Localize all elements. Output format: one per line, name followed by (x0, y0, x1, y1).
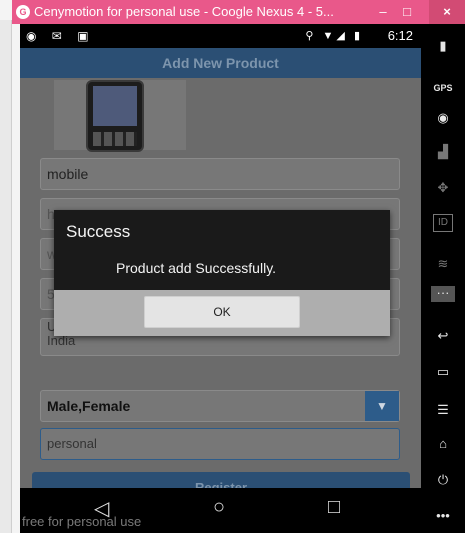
dpad-icon[interactable]: ✥ (431, 176, 455, 200)
gender-select-value: Male,Female (47, 398, 131, 414)
status-bar: ◉ ✉ ▣ ⚲ ▼◢ ▮ 6:12 (20, 24, 421, 48)
recents-nav-icon[interactable]: □ (328, 496, 340, 519)
action-bar: Add New Product (20, 48, 421, 78)
maximize-button[interactable]: □ (397, 0, 417, 24)
more-icon[interactable]: ••• (431, 504, 455, 528)
home-icon[interactable]: ⌂ (431, 432, 455, 456)
notification-icons: ◉ ✉ ▣ (26, 29, 95, 43)
phone-keyboard-graphic (93, 132, 137, 146)
usage-type-input[interactable]: personal (40, 428, 400, 460)
page-title: Add New Product (162, 55, 279, 71)
title-bar: G Cenymotion for personal use - Coogle N… (12, 0, 465, 24)
product-name-input[interactable]: mobile (40, 158, 400, 190)
android-screen: ◉ ✉ ▣ ⚲ ▼◢ ▮ 6:12 Add New Product mobile… (20, 24, 421, 533)
dialog-footer: OK (54, 290, 390, 336)
minimize-button[interactable]: – (373, 0, 393, 24)
watermark-text: free for personal use (22, 514, 142, 529)
media-icon[interactable]: ▟ (431, 140, 455, 164)
menu-dots-icon[interactable]: ··· (431, 286, 455, 302)
rss-icon[interactable]: ≋ (431, 252, 455, 276)
close-button[interactable]: × (429, 0, 465, 24)
product-image[interactable] (54, 80, 186, 152)
clock: 6:12 (387, 28, 413, 43)
phone-product-icon (86, 80, 144, 152)
genymotion-icon: G (16, 5, 30, 19)
gps-icon[interactable]: GPS (431, 76, 455, 100)
success-dialog: Success Product add Successfully. OK (54, 210, 390, 336)
background-window-strip (0, 20, 12, 533)
webcam-icon[interactable]: ◉ (431, 106, 455, 130)
recent-apps-icon[interactable]: ▭ (431, 360, 455, 384)
emulator-window: G Cenymotion for personal use - Coogle N… (0, 0, 465, 533)
gender-select[interactable]: Male,Female ▼ (40, 390, 400, 422)
home-nav-icon[interactable]: ○ (213, 496, 225, 519)
ok-button[interactable]: OK (144, 296, 300, 328)
phone-screen-graphic (93, 86, 137, 126)
dialog-title: Success (66, 222, 131, 241)
window-title: Cenymotion for personal use - Coogle Nex… (34, 4, 334, 19)
dialog-message: Product add Successfully. (116, 260, 277, 276)
back-icon[interactable]: ↩ (431, 324, 455, 348)
power-icon[interactable]: ⏻ (431, 468, 455, 492)
battery-icon[interactable]: ▮ (431, 34, 455, 58)
emulator-sidebar: ▮ GPS ◉ ▟ ✥ ID ≋ ··· ↩ ▭ ☰ ⌂ ⏻ ••• (421, 24, 465, 533)
id-icon[interactable]: ID (433, 214, 453, 232)
signal-icons: ⚲ ▼◢ ▮ (305, 30, 363, 42)
chevron-down-icon[interactable]: ▼ (365, 391, 399, 421)
menu-icon[interactable]: ☰ (431, 398, 455, 422)
